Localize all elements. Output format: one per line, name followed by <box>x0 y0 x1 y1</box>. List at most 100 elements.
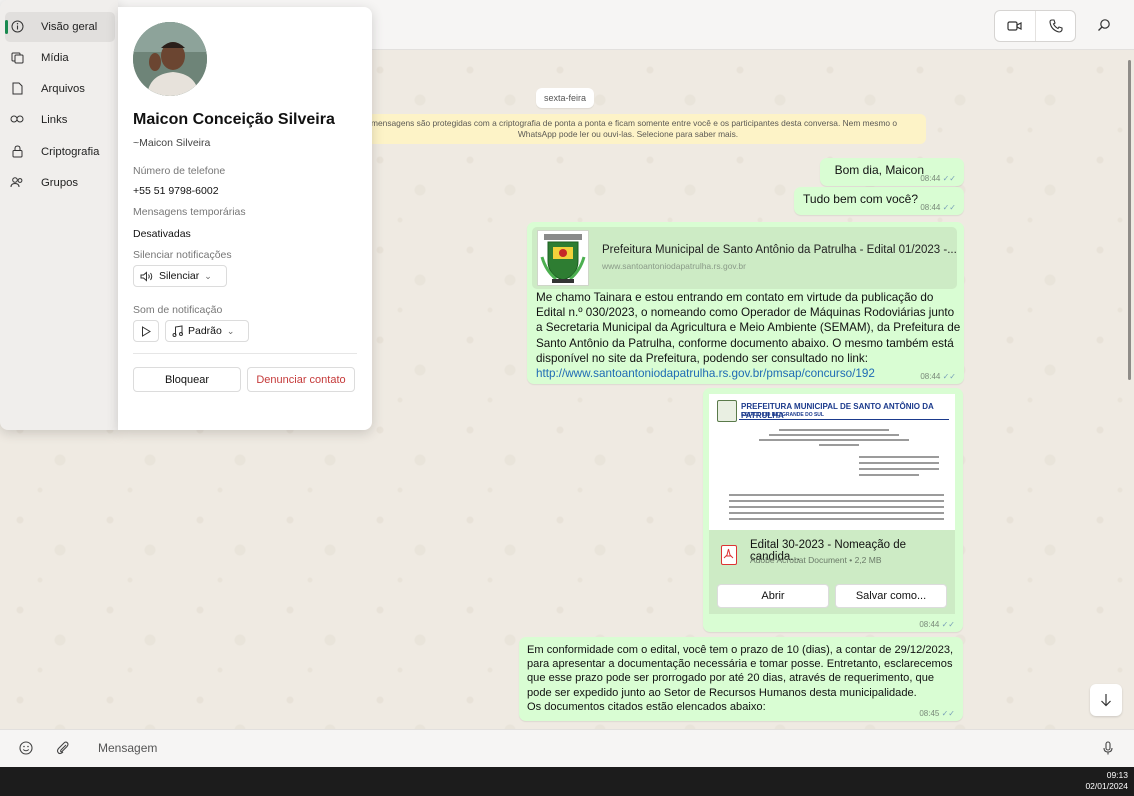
document-text-line <box>729 512 944 514</box>
video-call-button[interactable] <box>995 11 1035 41</box>
read-ticks-icon: ✓✓ <box>942 372 956 381</box>
contact-handle: ~Maicon Silveira <box>133 137 211 149</box>
scroll-to-bottom-button[interactable] <box>1090 684 1122 716</box>
message-bubble-document[interactable]: PREFEITURA MUNICIPAL DE SANTO ANTÔNIO DA… <box>703 388 963 632</box>
disappearing-messages-value[interactable]: Desativadas <box>133 228 191 240</box>
document-subheader: ESTADO DO RIO GRANDE DO SUL <box>741 412 824 418</box>
emoji-button[interactable] <box>17 739 35 757</box>
coat-of-arms-image <box>537 230 589 286</box>
search-button[interactable] <box>1086 10 1122 40</box>
pdf-icon <box>721 545 737 565</box>
notification-sound-dropdown[interactable]: Padrão ⌄ <box>165 320 249 342</box>
message-text: Bom dia, Maicon <box>834 163 924 177</box>
date-chip: sexta-feira <box>536 88 595 108</box>
document-text-line <box>729 494 944 496</box>
nav-item-label: Visão geral <box>41 21 98 33</box>
message-composer: Mensagem <box>0 729 1134 767</box>
clock-date: 02/01/2024 <box>1085 781 1128 791</box>
play-icon <box>142 325 151 337</box>
open-button[interactable]: Abrir <box>717 584 829 608</box>
message-bubble[interactable]: Em conformidade com o edital, você tem o… <box>519 637 963 721</box>
nav-item-overview[interactable]: Visão geral <box>5 12 115 42</box>
read-ticks-icon: ✓✓ <box>941 709 955 718</box>
document-text-line <box>779 429 889 431</box>
chevron-down-icon: ⌄ <box>204 270 212 281</box>
message-link[interactable]: http://www.santoantoniodapatrulha.rs.gov… <box>536 367 875 380</box>
read-ticks-icon: ✓✓ <box>942 203 956 212</box>
os-taskbar: 09:13 02/01/2024 <box>0 767 1134 796</box>
nav-item-encryption[interactable]: Criptografia <box>5 137 115 167</box>
contact-name: Maicon Conceição Silveira <box>133 111 335 128</box>
disappearing-messages-label: Mensagens temporárias <box>133 206 246 218</box>
people-icon <box>10 175 24 189</box>
document-text-line <box>859 456 939 458</box>
report-contact-button[interactable]: Denunciar contato <box>247 367 355 392</box>
header-actions <box>994 10 1122 42</box>
avatar[interactable] <box>133 22 207 96</box>
document-text-line <box>759 439 909 441</box>
document-info[interactable]: Edital 30-2023 - Nomeação de candida... … <box>709 530 955 578</box>
message-bubble-link[interactable]: Prefeitura Municipal de Santo Antônio da… <box>527 222 964 384</box>
mute-dropdown[interactable]: Silenciar ⌄ <box>133 265 227 287</box>
nav-item-label: Mídia <box>41 52 69 64</box>
video-icon <box>1007 21 1022 31</box>
save-as-button[interactable]: Salvar como... <box>835 584 947 608</box>
arrow-down-icon <box>1101 694 1111 707</box>
voice-message-button[interactable] <box>1099 739 1117 757</box>
document-preview[interactable]: PREFEITURA MUNICIPAL DE SANTO ANTÔNIO DA… <box>709 394 955 530</box>
read-ticks-icon: ✓✓ <box>941 620 955 629</box>
document-text-line <box>729 506 944 508</box>
document-details: Adobe Acrobat Document • 2,2 MB <box>750 555 882 565</box>
phone-label: Número de telefone <box>133 165 226 177</box>
divider <box>133 353 357 354</box>
contact-info-nav: Visão geral Mídia Arquivos Links Criptog… <box>0 0 118 430</box>
nav-item-groups[interactable]: Grupos <box>5 168 115 198</box>
chat-scrollbar[interactable] <box>1128 60 1131 380</box>
message-time: 08:44 ✓✓ <box>920 372 956 381</box>
mute-dropdown-label: Silenciar <box>159 270 200 282</box>
nav-item-links[interactable]: Links <box>5 105 115 135</box>
chevron-down-icon: ⌄ <box>226 325 235 336</box>
message-text: Me chamo Tainara e estou entrando em con… <box>536 291 961 381</box>
block-button[interactable]: Bloquear <box>133 367 241 392</box>
contact-overview-panel: Maicon Conceição Silveira ~Maicon Silvei… <box>118 7 372 430</box>
nav-item-label: Grupos <box>41 177 79 189</box>
message-text: Em conformidade com o edital, você tem o… <box>527 644 954 713</box>
emoji-icon <box>19 741 33 755</box>
phone-number[interactable]: +55 51 9798-6002 <box>133 185 219 197</box>
message-bubble[interactable]: Bom dia, Maicon 08:44 ✓✓ <box>820 158 964 186</box>
nav-item-media[interactable]: Mídia <box>5 43 115 73</box>
document-text-line <box>819 444 859 446</box>
attach-button[interactable] <box>54 739 72 757</box>
nav-item-files[interactable]: Arquivos <box>5 74 115 104</box>
message-input[interactable]: Mensagem <box>98 741 157 755</box>
link-icon <box>10 112 24 126</box>
voice-call-button[interactable] <box>1035 11 1075 41</box>
document-text-line <box>729 500 944 502</box>
encryption-notice[interactable]: As mensagens são protegidas com a cripto… <box>330 114 926 144</box>
document-text-line <box>769 434 899 436</box>
document-actions: Abrir Salvar como... <box>709 578 955 614</box>
preview-url: www.santoantoniodapatrulha.rs.gov.br <box>602 261 746 271</box>
seal-icon <box>717 400 737 422</box>
speaker-icon <box>140 270 153 282</box>
music-note-icon <box>172 325 183 337</box>
info-icon <box>10 19 24 33</box>
paperclip-icon <box>56 741 69 755</box>
system-clock[interactable]: 09:13 02/01/2024 <box>1085 770 1128 792</box>
media-icon <box>10 50 24 64</box>
notification-sound-label: Som de notificação <box>133 304 223 316</box>
document-text-line <box>859 462 939 464</box>
call-buttons <box>994 10 1076 42</box>
phone-icon <box>1048 19 1063 33</box>
link-preview[interactable]: Prefeitura Municipal de Santo Antônio da… <box>532 227 957 289</box>
nav-item-label: Arquivos <box>41 83 85 95</box>
document-text-line <box>859 468 939 470</box>
clock-time: 09:13 <box>1106 770 1128 780</box>
document-rule <box>739 419 949 420</box>
lock-icon <box>10 144 24 158</box>
play-sound-button[interactable] <box>133 320 159 342</box>
microphone-icon <box>1103 741 1113 755</box>
message-bubble[interactable]: Tudo bem com você? 08:44 ✓✓ <box>794 187 964 215</box>
document-text-line <box>859 474 919 476</box>
